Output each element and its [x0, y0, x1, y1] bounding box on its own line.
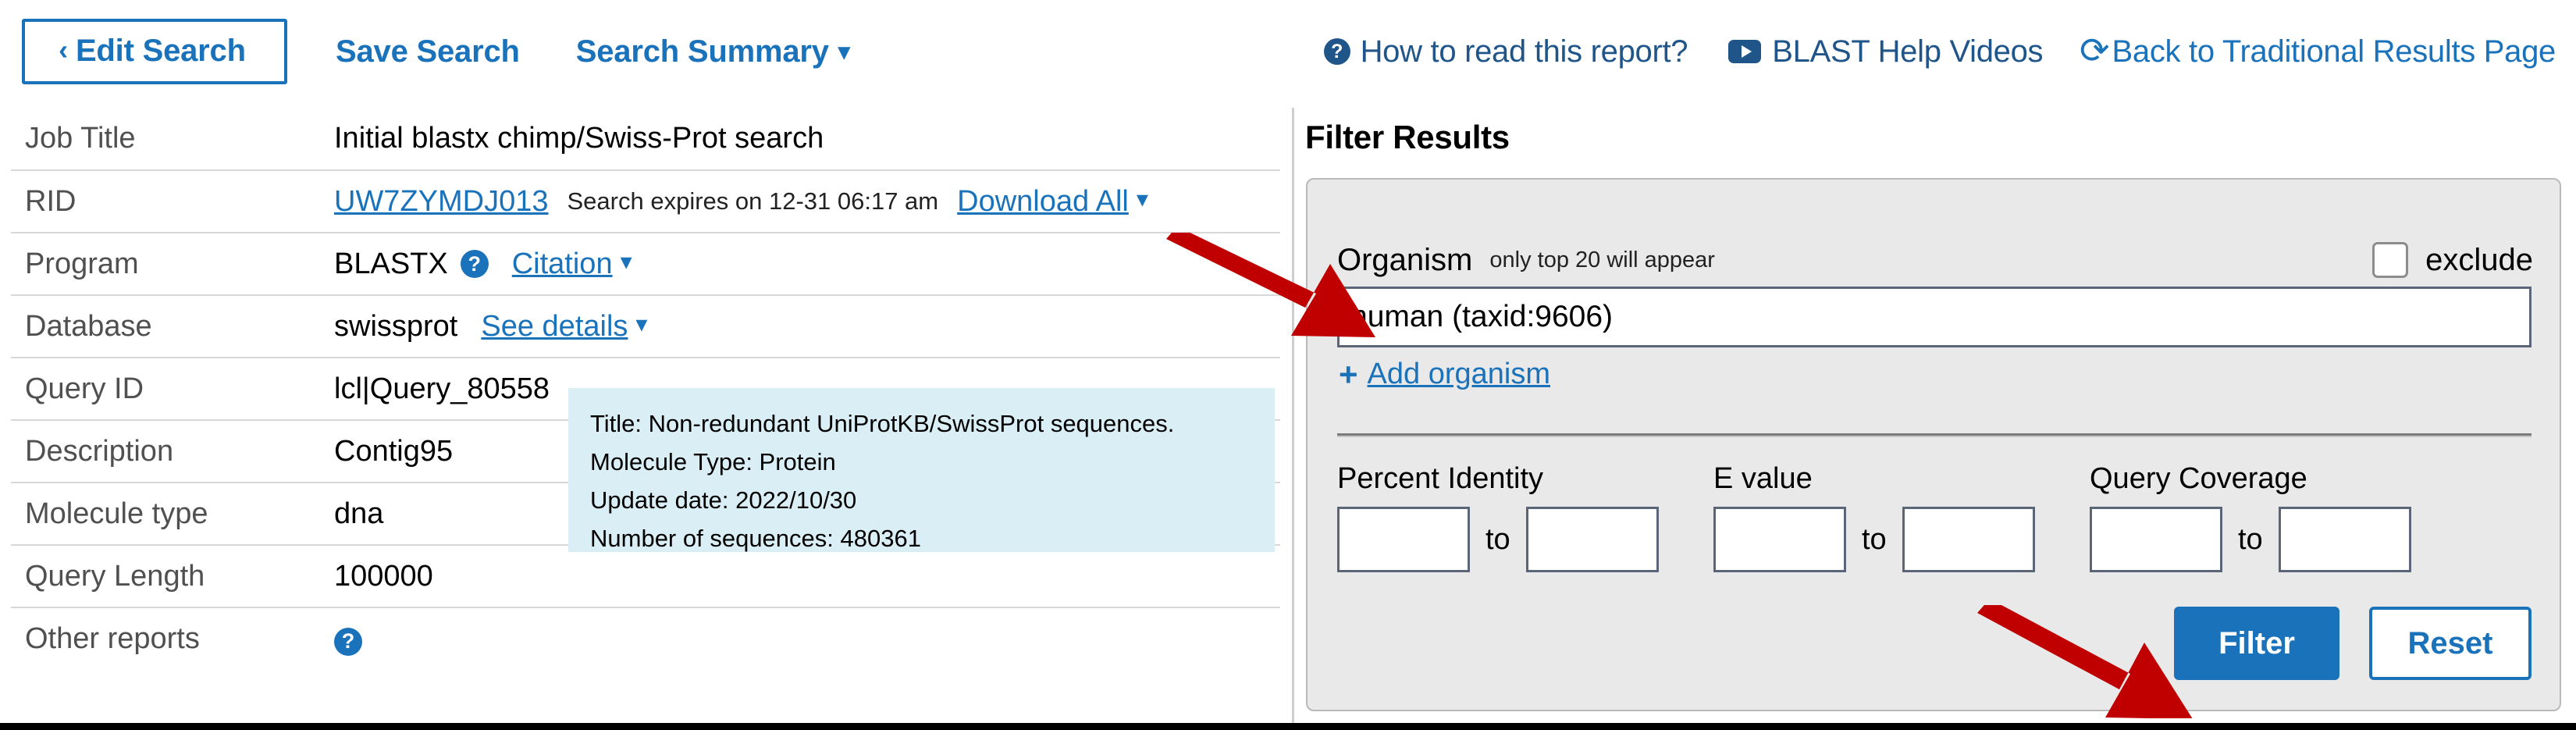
- evalue-to-input[interactable]: [1902, 507, 2035, 572]
- organism-hint-text: only top 20 will appear: [1489, 247, 1715, 272]
- search-summary-link[interactable]: Search Summary ▾: [576, 34, 850, 69]
- row-label: Description: [11, 420, 329, 483]
- row-label: Other reports: [25, 622, 200, 655]
- program-value-cell: BLASTX ? Citation ▾: [329, 233, 1280, 296]
- reset-button[interactable]: Reset: [2369, 607, 2532, 680]
- query-coverage-group: Query Coverage to: [2090, 462, 2464, 572]
- search-summary-label: Search Summary: [575, 34, 829, 69]
- row-label: Molecule type: [11, 483, 329, 546]
- tooltip-molecule-type: Molecule Type: Protein: [590, 447, 836, 475]
- organism-label: Organism: [1337, 242, 1473, 277]
- query-coverage-from-input[interactable]: [2090, 507, 2222, 572]
- database-details-tooltip: Title: Non-redundant UniProtKB/SwissProt…: [568, 388, 1275, 552]
- question-mark-icon[interactable]: ?: [460, 250, 489, 278]
- table-row-program: Program BLASTX ? Citation ▾: [11, 233, 1280, 296]
- query-coverage-to-input[interactable]: [2278, 507, 2411, 572]
- row-label: Program: [11, 233, 329, 296]
- other-reports-value-cell: ?: [329, 607, 1280, 670]
- evalue-group: E value to: [1713, 462, 2090, 572]
- filter-button[interactable]: Filter: [2174, 607, 2339, 680]
- edit-search-label: Edit Search: [75, 33, 246, 68]
- plus-icon: +: [1339, 355, 1358, 393]
- tooltip-update-date: Update date: 2022/10/30: [590, 486, 857, 514]
- top-nav-right-group: ? How to read this report? BLAST Help Vi…: [1323, 30, 2576, 70]
- percent-identity-from-input[interactable]: [1337, 507, 1470, 572]
- query-coverage-label: Query Coverage: [2090, 462, 2307, 495]
- question-mark-icon: ?: [1323, 38, 1350, 65]
- database-value: swissprot: [334, 309, 458, 343]
- column-divider: [1292, 108, 1294, 725]
- bottom-border: [0, 723, 2576, 730]
- to-label: to: [1485, 522, 1510, 556]
- evalue-from-input[interactable]: [1713, 507, 1846, 572]
- row-label: Query Length: [11, 545, 329, 608]
- back-to-traditional-results-link[interactable]: ⟲ Back to Traditional Results Page: [2080, 30, 2556, 70]
- chevron-left-icon: ‹: [59, 34, 68, 66]
- undo-arrow-icon: ⟲: [2080, 30, 2111, 70]
- row-label: RID: [11, 170, 329, 233]
- chevron-down-icon[interactable]: ▾: [1137, 186, 1148, 213]
- rid-value-cell: UW7ZYMDJ013 Search expires on 12-31 06:1…: [329, 170, 1280, 233]
- table-row-job-title: Job Title Initial blastx chimp/Swiss-Pro…: [11, 108, 1280, 171]
- tooltip-title: Title: Non-redundant UniProtKB/SwissProt…: [590, 410, 1175, 437]
- chevron-down-icon[interactable]: ▾: [621, 248, 632, 276]
- organism-input[interactable]: [1337, 287, 2532, 347]
- table-row-database: Database swissprot See details ▾: [11, 295, 1280, 358]
- percent-identity-to-input[interactable]: [1525, 507, 1659, 572]
- chevron-down-icon: ▾: [838, 38, 850, 65]
- search-expiry-text: Search expires on 12-31 06:17 am: [567, 187, 939, 215]
- add-organism-button[interactable]: + Add organism: [1339, 358, 1550, 391]
- job-title-value: Initial blastx chimp/Swiss-Prot search: [329, 108, 1280, 171]
- how-to-read-report-label: How to read this report?: [1360, 34, 1688, 69]
- exclude-label: exclude: [2425, 242, 2533, 277]
- download-all-link[interactable]: Download All: [957, 185, 1129, 219]
- percent-identity-label: Percent Identity: [1337, 462, 1544, 495]
- organism-row: Organism only top 20 will appear exclude: [1337, 242, 2533, 278]
- table-row-rid: RID UW7ZYMDJ013 Search expires on 12-31 …: [11, 170, 1280, 233]
- blast-help-videos-link[interactable]: BLAST Help Videos: [1728, 34, 2044, 69]
- database-value-cell: swissprot See details ▾: [329, 295, 1280, 358]
- video-play-icon: [1728, 40, 1762, 63]
- row-label: Job Title: [11, 108, 329, 171]
- filter-actions: Filter Reset: [2174, 607, 2532, 680]
- rid-link[interactable]: UW7ZYMDJ013: [334, 185, 549, 219]
- save-search-link[interactable]: Save Search: [336, 34, 520, 69]
- to-label: to: [1862, 522, 1887, 556]
- tooltip-number-of-sequences: Number of sequences: 480361: [590, 524, 921, 552]
- back-to-traditional-results-label: Back to Traditional Results Page: [2112, 34, 2556, 69]
- filter-criteria-row: Percent Identity to E value to Query Cov…: [1337, 462, 2539, 572]
- question-mark-icon[interactable]: ?: [334, 627, 362, 656]
- exclude-checkbox[interactable]: [2372, 242, 2409, 278]
- edit-search-button[interactable]: ‹ Edit Search: [22, 19, 287, 84]
- see-details-link[interactable]: See details: [481, 310, 628, 344]
- exclude-control: exclude: [2372, 242, 2533, 278]
- row-label: Database: [11, 295, 329, 358]
- filter-results-heading: Filter Results: [1305, 119, 1510, 155]
- table-row-other-reports: Other reports ?: [11, 607, 1280, 670]
- program-value: BLASTX: [334, 247, 448, 280]
- top-navigation-bar: ‹ Edit Search Save Search Search Summary…: [0, 0, 2576, 103]
- blast-help-videos-label: BLAST Help Videos: [1772, 34, 2044, 69]
- row-label: Query ID: [11, 358, 329, 421]
- citation-link[interactable]: Citation: [512, 247, 613, 281]
- percent-identity-group: Percent Identity to: [1337, 462, 1713, 572]
- to-label: to: [2238, 522, 2263, 556]
- chevron-down-icon[interactable]: ▾: [635, 311, 647, 338]
- add-organism-label: Add organism: [1367, 358, 1550, 390]
- how-to-read-report-link[interactable]: ? How to read this report?: [1323, 34, 1688, 69]
- panel-divider: [1337, 433, 2532, 437]
- filter-results-panel: Organism only top 20 will appear exclude…: [1306, 178, 2561, 711]
- evalue-label: E value: [1713, 462, 1813, 495]
